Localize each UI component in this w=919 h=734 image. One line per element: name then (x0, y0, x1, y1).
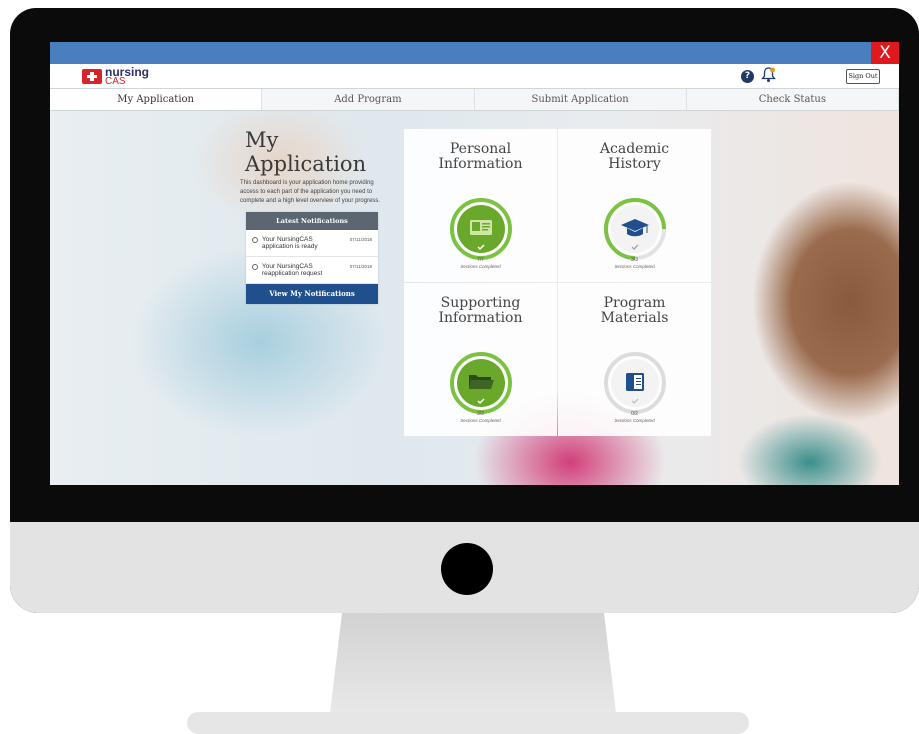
notification-item[interactable]: Your NursingCAS reapplication request 07… (246, 257, 378, 284)
section-title: Personal Information (404, 142, 557, 172)
notifications-panel: Latest Notifications Your NursingCAS app… (246, 212, 378, 304)
page-title: My Application (245, 128, 367, 176)
progress-ring (604, 198, 666, 260)
sign-out-button[interactable]: Sign Out (846, 69, 880, 84)
sections-label: Sections Completed (614, 418, 655, 423)
id-card-icon (470, 220, 492, 235)
section-title-line: Personal (449, 141, 512, 157)
sections-count: 3/3 (631, 257, 638, 263)
folder-icon (469, 375, 494, 389)
section-title-line: Supporting (440, 295, 521, 311)
notification-item[interactable]: Your NursingCAS application is ready 07/… (246, 230, 378, 257)
progress-ring (604, 352, 666, 414)
section-title-line: History (608, 156, 661, 172)
tab-add-program[interactable]: Add Program (262, 89, 475, 110)
intro-panel: My Application This dashboard is your ap… (240, 128, 390, 206)
section-card-academic-history[interactable]: Academic History 3/3 Sections Completed (558, 129, 711, 282)
section-grid: Personal Information 7/7 Sections Comple… (404, 129, 711, 437)
clock-icon (252, 237, 258, 243)
progress-ring (450, 352, 512, 414)
notifications-heading: Latest Notifications (246, 212, 378, 230)
nursingcas-logo[interactable]: nursing CAS (82, 66, 149, 87)
main-tabs: My Application Add Program Submit Applic… (50, 89, 899, 111)
section-title-line: Information (438, 156, 523, 172)
logo-text: nursing CAS (105, 66, 149, 87)
page-description: This dashboard is your application home … (240, 180, 381, 204)
close-button[interactable]: X (871, 42, 899, 64)
screen: X nursing CAS ? Sign Out My Application … (50, 42, 899, 485)
header-bar: nursing CAS ? Sign Out (50, 64, 899, 89)
sections-label: Sections Completed (614, 264, 655, 269)
top-bar: X (50, 42, 899, 64)
sections-count: 0/2 (631, 411, 638, 417)
sections-label: Sections Completed (460, 264, 501, 269)
section-title: Program Materials (558, 296, 711, 326)
notification-date: 07/11/2018 (349, 237, 372, 242)
tab-my-application[interactable]: My Application (50, 89, 263, 110)
section-title-line: Information (438, 310, 523, 326)
book-icon (626, 373, 644, 391)
monitor-logo-circle (441, 543, 493, 595)
clock-icon (252, 264, 258, 270)
tab-submit-application[interactable]: Submit Application (475, 89, 687, 110)
logo-cross-icon (82, 69, 102, 84)
help-icon[interactable]: ? (741, 70, 754, 83)
notification-text: Your NursingCAS application is ready (262, 236, 318, 250)
section-title: Academic History (558, 142, 711, 172)
monitor-base (187, 712, 749, 734)
section-title-line: Program (603, 295, 666, 311)
notification-bell-icon[interactable] (761, 67, 776, 83)
section-card-personal-information[interactable]: Personal Information 7/7 Sections Comple… (404, 129, 557, 282)
view-notifications-button[interactable]: View My Notifications (246, 284, 378, 304)
sections-count: 7/7 (477, 257, 484, 263)
notification-date: 07/11/2018 (349, 264, 372, 269)
section-card-program-materials[interactable]: Program Materials 0/2 Sections Completed (558, 283, 711, 436)
monitor-stand (330, 613, 616, 713)
sections-count: 3/3 (477, 411, 484, 417)
progress-ring (450, 198, 512, 260)
tab-check-status[interactable]: Check Status (687, 89, 899, 110)
section-card-supporting-information[interactable]: Supporting Information 3/3 Sections Comp… (404, 283, 557, 436)
section-title-line: Academic (599, 141, 670, 157)
section-title-line: Materials (600, 310, 669, 326)
section-title: Supporting Information (404, 296, 557, 326)
notification-text: Your NursingCAS reapplication request (262, 263, 323, 277)
sections-label: Sections Completed (460, 418, 501, 423)
